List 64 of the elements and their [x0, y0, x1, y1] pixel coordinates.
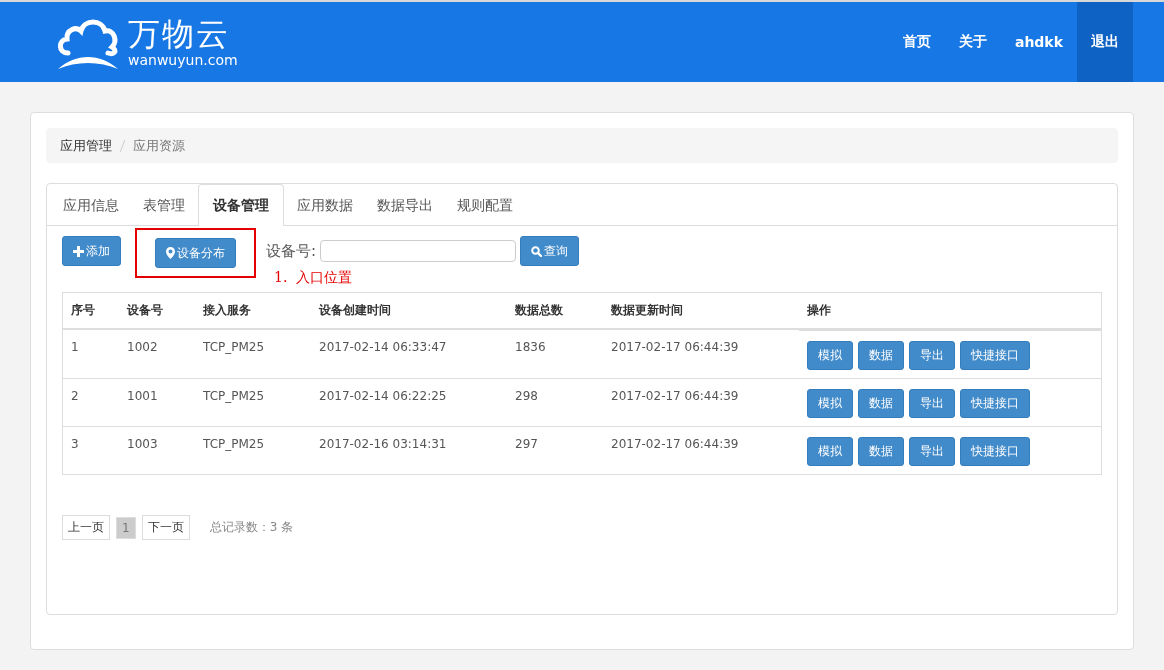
- table-cell: TCP_PM25: [195, 378, 311, 426]
- table-cell: 2017-02-14 06:33:47: [311, 329, 507, 378]
- column-header: 数据总数: [507, 292, 603, 329]
- row-action-button[interactable]: 数据: [858, 389, 904, 418]
- row-action-button[interactable]: 导出: [909, 341, 955, 370]
- column-header: 序号: [62, 292, 119, 329]
- row-action-button[interactable]: 模拟: [807, 389, 853, 418]
- column-header: 操作: [799, 292, 1102, 329]
- page-number-button[interactable]: 1: [116, 516, 136, 539]
- row-action-button[interactable]: 导出: [909, 437, 955, 466]
- table-cell: 2017-02-17 06:44:39: [603, 426, 799, 475]
- row-action-button[interactable]: 数据: [858, 341, 904, 370]
- breadcrumb-item[interactable]: 应用管理: [60, 136, 112, 155]
- table-cell: 1: [62, 329, 119, 378]
- row-action-button[interactable]: 快捷接口: [960, 341, 1030, 370]
- row-action-button[interactable]: 模拟: [807, 341, 853, 370]
- nav-link[interactable]: 退出: [1077, 2, 1133, 82]
- table-cell: 3: [62, 426, 119, 475]
- table-cell: 2017-02-17 06:44:39: [603, 329, 799, 378]
- query-button[interactable]: 查询: [520, 236, 580, 266]
- row-action-button[interactable]: 导出: [909, 389, 955, 418]
- table-cell: 2017-02-17 06:44:39: [603, 378, 799, 426]
- column-header: 设备号: [119, 292, 195, 329]
- row-action-button[interactable]: 快捷接口: [960, 437, 1030, 466]
- tab[interactable]: 数据导出: [366, 184, 444, 226]
- tab[interactable]: 表管理: [132, 184, 196, 226]
- table-cell: 298: [507, 378, 603, 426]
- tab[interactable]: 规则配置: [446, 184, 524, 226]
- tab[interactable]: 应用信息: [52, 184, 130, 226]
- table-cell: 1836: [507, 329, 603, 378]
- table-cell: TCP_PM25: [195, 329, 311, 378]
- row-action-button[interactable]: 模拟: [807, 437, 853, 466]
- logo-domain: wanwuyun.com: [128, 52, 238, 68]
- table-cell: 297: [507, 426, 603, 475]
- total-records: 总记录数：3 条: [209, 519, 294, 536]
- tab[interactable]: 设备管理: [198, 184, 284, 226]
- row-action-button[interactable]: 数据: [858, 437, 904, 466]
- device-number-field[interactable]: [320, 240, 517, 262]
- table-cell: 1002: [119, 329, 195, 378]
- plus-icon: [73, 245, 84, 257]
- add-button[interactable]: 添加: [62, 236, 121, 266]
- nav-link[interactable]: ahdkk: [1000, 2, 1077, 82]
- table-cell: 2017-02-16 03:14:31: [311, 426, 507, 475]
- row-action-button[interactable]: 快捷接口: [960, 389, 1030, 418]
- column-header: 数据更新时间: [603, 292, 799, 329]
- logo-name: 万物云: [128, 16, 231, 52]
- map-pin-icon: [166, 247, 175, 259]
- column-header: 设备创建时间: [311, 292, 507, 329]
- table-cell: 2017-02-14 06:22:25: [311, 378, 507, 426]
- annotation-text: 1. 入口位置: [274, 269, 353, 287]
- nav-link[interactable]: 首页: [888, 2, 945, 82]
- search-icon: [531, 245, 543, 257]
- table-cell: 2: [62, 378, 119, 426]
- previous-page-button[interactable]: 上一页: [62, 515, 110, 540]
- next-page-button[interactable]: 下一页: [141, 515, 190, 540]
- device-map-button[interactable]: 设备分布: [155, 238, 236, 268]
- column-header: 接入服务: [195, 292, 311, 329]
- table-cell: 1003: [119, 426, 195, 475]
- table-cell: TCP_PM25: [195, 426, 311, 475]
- tab[interactable]: 应用数据: [286, 184, 364, 226]
- nav-link[interactable]: 关于: [944, 2, 1001, 82]
- table-cell: 1001: [119, 378, 195, 426]
- search-label: 设备号:: [266, 241, 317, 261]
- breadcrumb-item: 应用资源: [133, 136, 185, 155]
